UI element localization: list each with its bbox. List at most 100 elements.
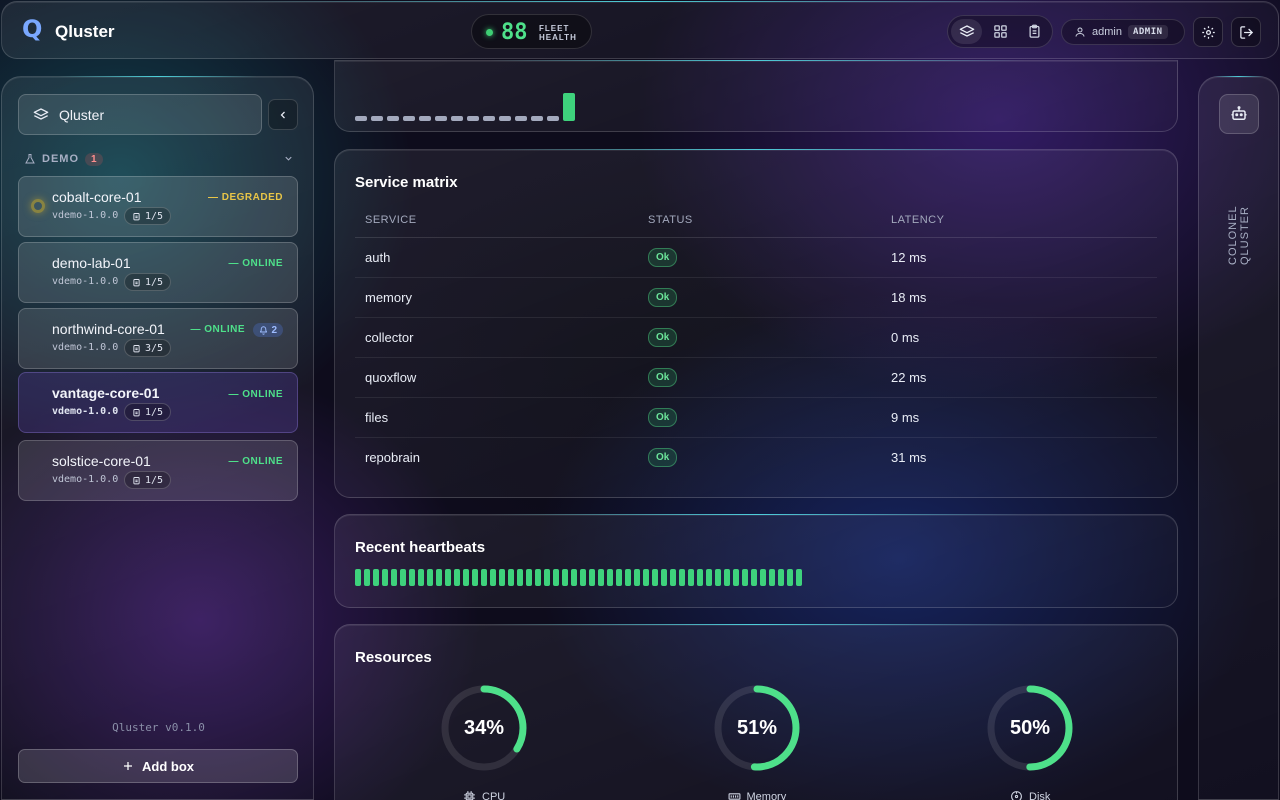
heartbeat-bar <box>796 569 802 586</box>
heartbeat-bar <box>553 569 559 586</box>
view-layers-button[interactable] <box>951 19 982 44</box>
alerts-badge[interactable]: 2 <box>253 323 283 337</box>
box-status: — ONLINE <box>228 258 283 269</box>
heartbeat-bar <box>742 569 748 586</box>
uptime-tick <box>451 116 463 121</box>
heartbeat-bar <box>436 569 442 586</box>
heartbeat-bar <box>580 569 586 586</box>
top-header: Q Qluster 88 FLEET HEALTH admin ADMIN <box>1 1 1279 59</box>
gauge-label-text: Memory <box>746 790 787 800</box>
box-card-solstice-core-01[interactable]: solstice-core-01 — ONLINE vdemo-1.0.0 1/… <box>18 440 298 501</box>
uptime-tick <box>531 116 543 121</box>
column-header-status: STATUS <box>638 204 881 238</box>
app-logo: Q <box>22 15 43 43</box>
box-name: cobalt-core-01 <box>52 189 142 205</box>
heartbeat-bar <box>544 569 550 586</box>
settings-button[interactable] <box>1193 17 1223 47</box>
view-clipboard-button[interactable] <box>1019 19 1050 44</box>
heartbeat-bar <box>589 569 595 586</box>
heartbeat-bar <box>598 569 604 586</box>
heartbeat-bar <box>526 569 532 586</box>
box-card-vantage-core-01[interactable]: vantage-core-01 — ONLINE vdemo-1.0.0 1/5 <box>18 372 298 433</box>
gauge-value: 34% <box>463 716 505 739</box>
health-dot-icon <box>486 29 493 36</box>
add-box-label: Add box <box>142 758 194 774</box>
status-badge: Ok <box>648 327 678 347</box>
plus-icon <box>124 762 132 770</box>
box-slots-value: 1/5 <box>145 276 164 288</box>
table-row: auth Ok 12 ms <box>355 237 1157 278</box>
uptime-tick <box>419 116 431 121</box>
uptime-tick <box>547 116 559 121</box>
uptime-tick <box>499 116 511 121</box>
logout-button[interactable] <box>1231 17 1261 47</box>
chevron-left-icon <box>280 111 285 118</box>
resources-card: Resources 34% CPU 51% Memory 50% Disk <box>334 624 1178 800</box>
uptime-strip-card <box>334 60 1178 132</box>
uptime-tick-active <box>563 93 575 121</box>
box-name: solstice-core-01 <box>52 453 151 469</box>
heartbeat-bar <box>787 569 793 586</box>
heartbeat-bar <box>769 569 775 586</box>
box-slots-badge: 1/5 <box>124 403 172 421</box>
view-grid-button[interactable] <box>985 19 1016 44</box>
heartbeat-bar <box>715 569 721 586</box>
gear-icon <box>1201 25 1215 39</box>
heartbeat-bar <box>418 569 424 586</box>
gauge-value: 51% <box>736 716 778 739</box>
clipboard-icon <box>133 344 140 352</box>
box-version: vdemo-1.0.0 <box>52 276 119 287</box>
gauge-cpu: 34% <box>439 683 529 773</box>
heartbeat-bar <box>454 569 460 586</box>
heartbeat-bar <box>661 569 667 586</box>
box-card-demo-lab-01[interactable]: demo-lab-01 — ONLINE vdemo-1.0.0 1/5 <box>18 242 298 303</box>
workspace-label: Qluster <box>59 106 105 123</box>
heartbeat-bar <box>535 569 541 586</box>
logout-icon <box>1239 25 1253 39</box>
degraded-status-icon <box>31 199 45 213</box>
clipboard-icon <box>1029 24 1040 38</box>
chevron-down-icon <box>285 156 292 161</box>
collapse-sidebar-button[interactable] <box>268 99 298 130</box>
heartbeat-bar <box>607 569 613 586</box>
service-matrix-title: Service matrix <box>355 174 458 191</box>
add-box-button[interactable]: Add box <box>18 749 298 783</box>
clipboard-icon <box>133 476 140 484</box>
assistant-button[interactable] <box>1219 94 1259 134</box>
box-slots-value: 1/5 <box>145 210 164 222</box>
heartbeat-bar <box>688 569 694 586</box>
box-version: vdemo-1.0.0 <box>52 474 119 485</box>
gauge-memory: 51% <box>712 683 802 773</box>
uptime-tick <box>387 116 399 121</box>
heartbeat-bar <box>445 569 451 586</box>
uptime-tick <box>515 116 527 121</box>
box-slots-value: 1/5 <box>145 406 164 418</box>
user-icon <box>1075 27 1085 37</box>
heartbeat-bar <box>724 569 730 586</box>
gauge-disk: 50% <box>985 683 1075 773</box>
flask-icon <box>25 154 35 164</box>
workspace-button[interactable]: Qluster <box>18 94 262 135</box>
app-title: Qluster <box>55 22 115 41</box>
clipboard-icon <box>133 212 140 220</box>
uptime-tick <box>467 116 479 121</box>
box-card-northwind-core-01[interactable]: northwind-core-01 — ONLINE 2 vdemo-1.0.0… <box>18 308 298 369</box>
heartbeat-bar <box>616 569 622 586</box>
table-row: quoxflow Ok 22 ms <box>355 357 1157 398</box>
heartbeat-bar <box>679 569 685 586</box>
fleet-health-value: 88 <box>501 20 528 45</box>
table-row: repobrain Ok 31 ms <box>355 437 1157 477</box>
service-latency: 18 ms <box>881 277 1157 318</box>
uptime-tick <box>371 116 383 121</box>
heartbeat-bar <box>733 569 739 586</box>
user-menu[interactable]: admin ADMIN <box>1061 19 1185 45</box>
heartbeat-bar <box>472 569 478 586</box>
heartbeat-bar <box>643 569 649 586</box>
service-latency: 22 ms <box>881 357 1157 398</box>
uptime-strip <box>355 93 575 121</box>
service-name: files <box>355 397 638 438</box>
heartbeat-bar <box>562 569 568 586</box>
gauge-value: 50% <box>1009 716 1051 739</box>
group-header-demo[interactable]: DEMO 1 <box>24 151 294 167</box>
box-card-cobalt-core-01[interactable]: cobalt-core-01 — DEGRADED vdemo-1.0.0 1/… <box>18 176 298 237</box>
